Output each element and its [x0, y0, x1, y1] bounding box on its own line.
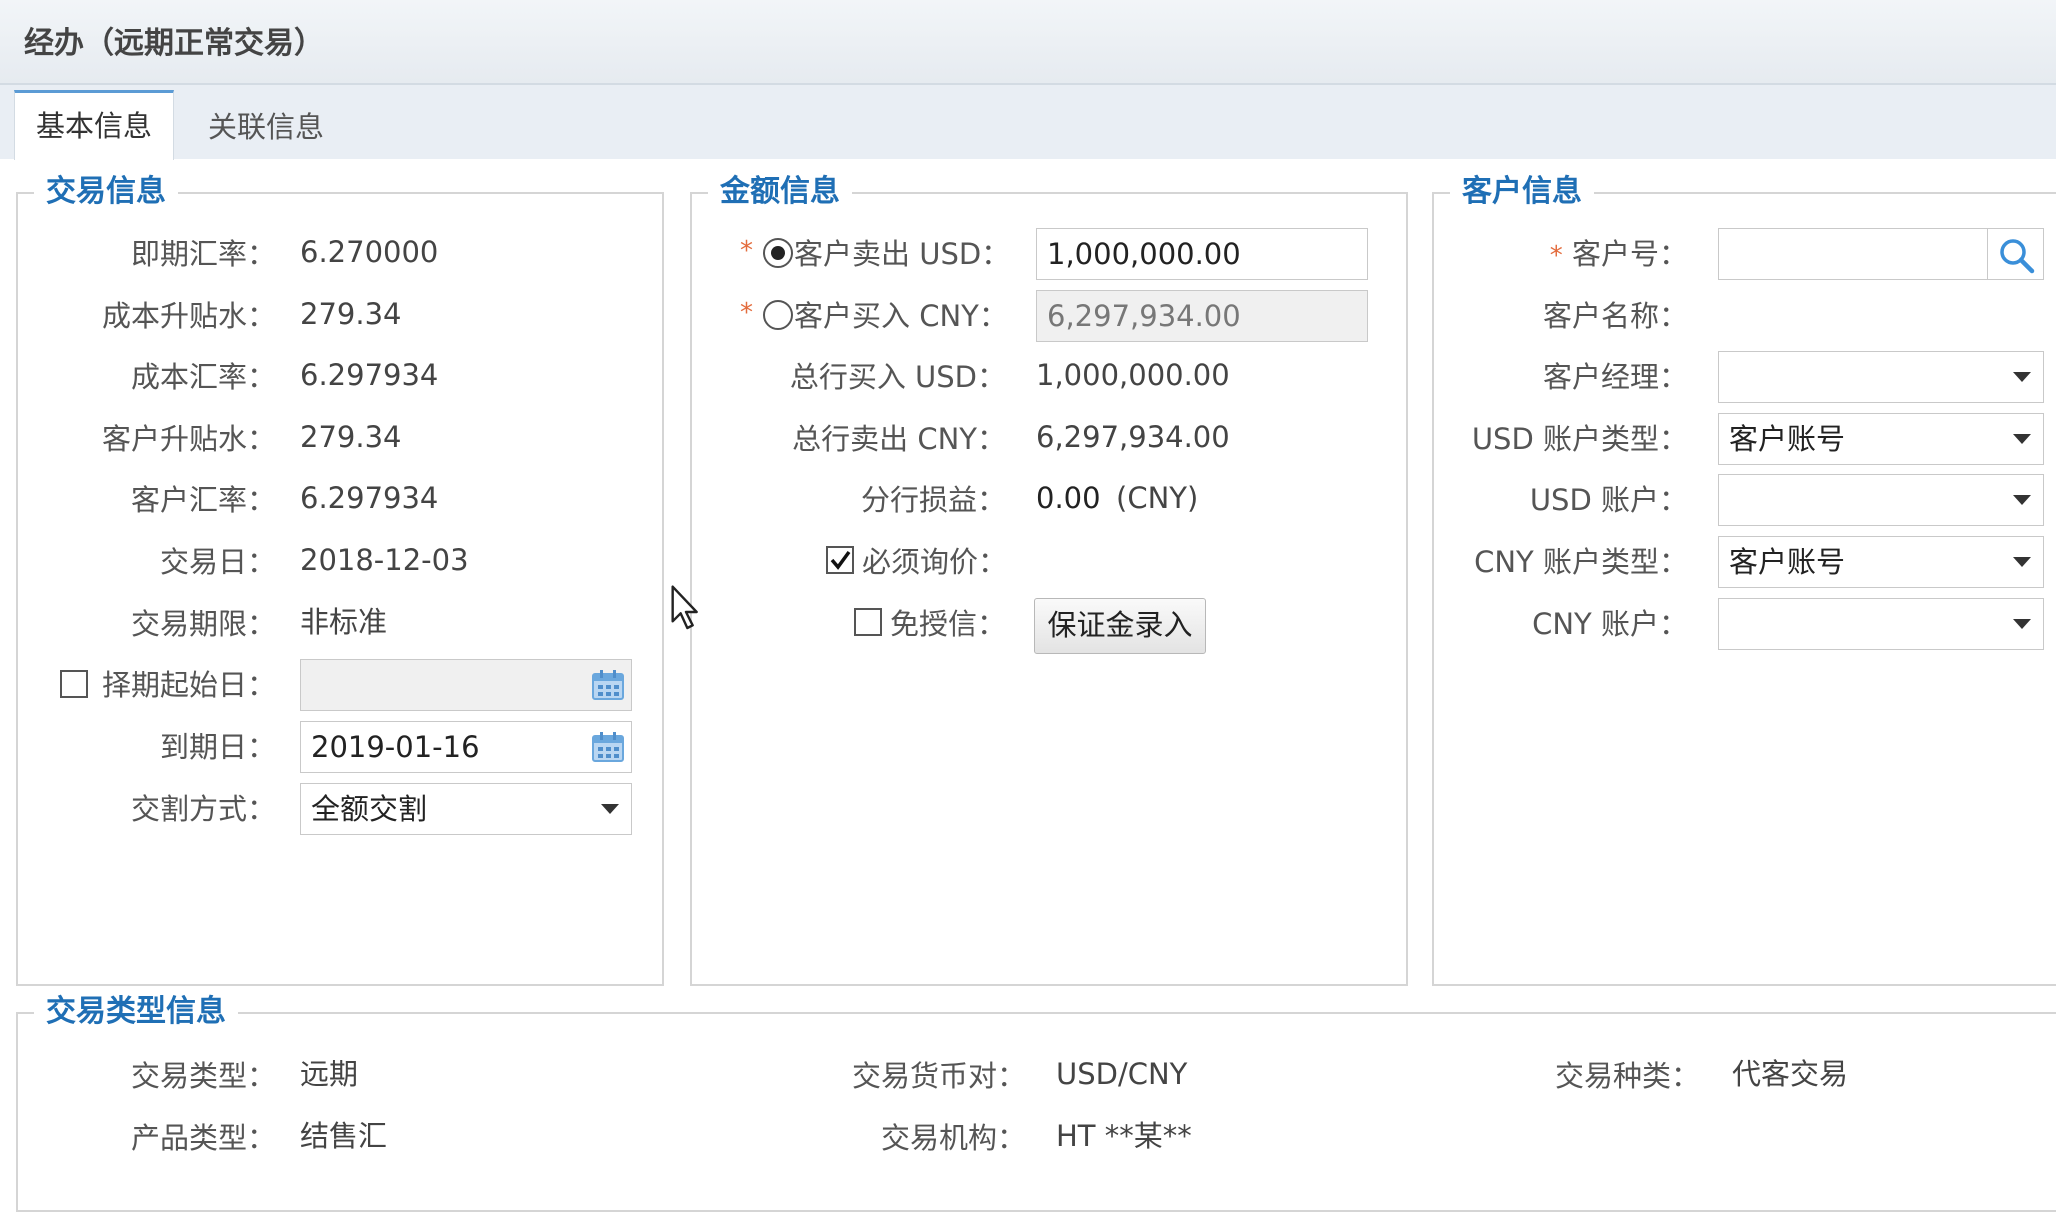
window-title: 经办（远期正常交易） — [24, 26, 324, 61]
customer-sell-label: 客户卖出 USD： — [794, 237, 1011, 271]
maturity-date-label: 到期日： — [159, 730, 276, 764]
trade-kind-label: 交易种类： — [1554, 1059, 1700, 1093]
trade-type-info-legend: 交易类型信息 — [34, 992, 238, 1032]
institution-value: HT **某** — [1056, 1119, 1192, 1153]
cny-account-type-value: 客户账号 — [1729, 545, 1846, 579]
trade-type-info-panel — [16, 1012, 2056, 1212]
customer-sell-radio[interactable] — [763, 238, 793, 268]
chevron-down-icon[interactable] — [1999, 414, 2043, 464]
required-mark: * — [740, 236, 753, 266]
trade-type-label: 交易类型： — [130, 1059, 276, 1093]
credit-exempt-checkbox[interactable] — [854, 608, 882, 636]
chevron-down-icon[interactable] — [1999, 599, 2043, 649]
customer-buy-amount-input[interactable]: 6,297,934.00 — [1036, 290, 1368, 342]
branch-pnl-unit: (CNY) — [1116, 481, 1199, 515]
calendar-icon[interactable] — [591, 669, 625, 701]
tab-basic-info[interactable]: 基本信息 — [14, 90, 174, 160]
customer-info-panel — [1432, 192, 2056, 986]
currency-pair-label: 交易货币对： — [851, 1059, 1026, 1093]
customer-no-label-text: 客户号： — [1571, 237, 1688, 271]
delivery-method-label: 交割方式： — [130, 792, 276, 826]
branch-pnl-value: 0.00 — [1036, 481, 1101, 515]
cost-swap-points-value: 279.34 — [300, 297, 402, 331]
chevron-down-icon[interactable] — [587, 784, 631, 834]
required-mark: * — [740, 298, 753, 328]
cny-account-type-label: CNY 账户类型： — [1474, 545, 1688, 579]
option-start-date-input[interactable] — [300, 659, 632, 711]
chevron-down-icon[interactable] — [1999, 537, 2043, 587]
customer-buy-radio[interactable] — [763, 300, 793, 330]
trade-term-value: 非标准 — [300, 605, 388, 639]
customer-info-legend: 客户信息 — [1450, 172, 1594, 212]
usd-account-type-label: USD 账户类型： — [1471, 422, 1688, 456]
head-buy-value: 1,000,000.00 — [1036, 358, 1230, 392]
mouse-cursor-icon — [671, 585, 698, 630]
cny-account-type-select[interactable]: 客户账号 — [1718, 536, 2044, 588]
product-type-value: 结售汇 — [300, 1119, 388, 1153]
currency-pair-value: USD/CNY — [1056, 1057, 1188, 1091]
amount-info-legend: 金额信息 — [708, 172, 852, 212]
required-mark: * — [1549, 241, 1563, 271]
customer-search-button[interactable] — [1988, 228, 2044, 280]
trade-date-value: 2018-12-03 — [300, 543, 469, 577]
chevron-down-icon[interactable] — [1999, 352, 2043, 402]
cost-rate-value: 6.297934 — [300, 358, 439, 392]
customer-buy-label: 客户买入 CNY： — [794, 299, 1008, 333]
spot-rate-value: 6.270000 — [300, 235, 439, 269]
product-type-label: 产品类型： — [130, 1121, 276, 1155]
cost-swap-points-label: 成本升贴水： — [101, 299, 276, 333]
must-inquire-label: 必须询价： — [862, 545, 1008, 579]
option-start-date-label: 择期起始日： — [101, 668, 276, 702]
calendar-icon[interactable] — [591, 731, 625, 763]
trade-kind-value: 代客交易 — [1732, 1057, 1849, 1091]
customer-no-label: * 客户号： — [1550, 234, 1688, 276]
customer-rate-label: 客户汇率： — [130, 483, 276, 517]
cny-account-select[interactable] — [1718, 598, 2044, 650]
usd-account-label: USD 账户： — [1529, 483, 1688, 517]
cost-rate-label: 成本汇率： — [130, 360, 276, 394]
customer-name-label: 客户名称： — [1542, 299, 1688, 333]
trade-info-legend: 交易信息 — [34, 172, 178, 212]
spot-rate-label: 即期汇率： — [130, 237, 276, 271]
customer-sell-amount-input[interactable]: 1,000,000.00 — [1036, 228, 1368, 280]
trade-date-label: 交易日： — [159, 545, 276, 579]
customer-manager-label: 客户经理： — [1542, 360, 1688, 394]
delivery-method-value: 全额交割 — [311, 792, 428, 826]
head-buy-label: 总行买入 USD： — [789, 360, 1006, 394]
margin-entry-button[interactable]: 保证金录入 — [1034, 598, 1206, 654]
usd-account-type-value: 客户账号 — [1729, 422, 1846, 456]
customer-manager-select[interactable] — [1718, 351, 2044, 403]
trade-term-label: 交易期限： — [130, 607, 276, 641]
customer-rate-value: 6.297934 — [300, 481, 439, 515]
usd-account-select[interactable] — [1718, 474, 2044, 526]
option-start-date-checkbox[interactable] — [60, 670, 88, 698]
checkmark-icon — [830, 550, 851, 570]
branch-pnl-label: 分行损益： — [860, 483, 1006, 517]
delivery-method-select[interactable]: 全额交割 — [300, 783, 632, 835]
tab-related-info[interactable]: 关联信息 — [208, 104, 324, 146]
search-icon — [2000, 239, 2035, 274]
must-inquire-checkbox[interactable] — [826, 546, 854, 574]
cny-account-label: CNY 账户： — [1532, 607, 1688, 641]
usd-account-type-select[interactable]: 客户账号 — [1718, 413, 2044, 465]
maturity-date-value: 2019-01-16 — [311, 730, 480, 764]
customer-no-input[interactable] — [1718, 228, 1988, 280]
institution-label: 交易机构： — [880, 1121, 1026, 1155]
maturity-date-input[interactable]: 2019-01-16 — [300, 721, 632, 773]
credit-exempt-label: 免授信： — [890, 607, 1007, 641]
head-sell-label: 总行卖出 CNY： — [792, 422, 1006, 456]
chevron-down-icon[interactable] — [1999, 475, 2043, 525]
customer-swap-points-label: 客户升贴水： — [101, 422, 276, 456]
head-sell-value: 6,297,934.00 — [1036, 420, 1230, 454]
customer-swap-points-value: 279.34 — [300, 420, 402, 454]
trade-type-value: 远期 — [300, 1057, 359, 1091]
